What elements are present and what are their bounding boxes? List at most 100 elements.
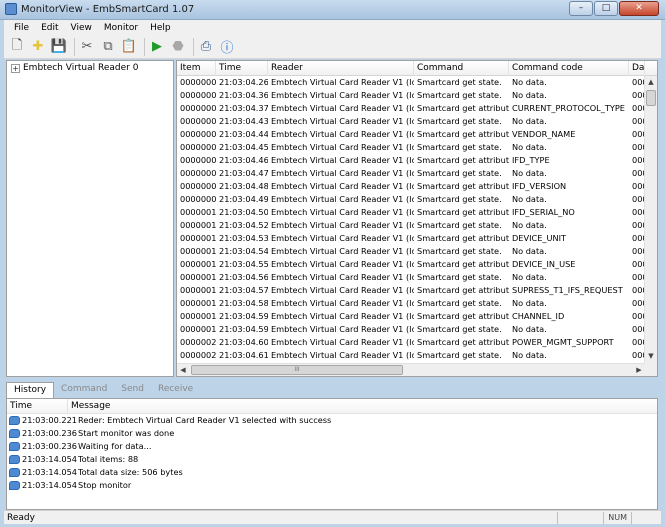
- table-cell: Smartcard get state.: [417, 90, 502, 100]
- table-cell: Embtech Virtual Card Reader V1 (Id:0): [271, 272, 414, 282]
- table-cell: Smartcard get attribute.: [417, 337, 509, 347]
- column-header-command-code[interactable]: Command code: [509, 61, 629, 76]
- scroll-down-icon[interactable]: ▼: [645, 350, 657, 363]
- table-row[interactable]: 0000000021:03:04.266Embtech Virtual Card…: [177, 76, 645, 89]
- table-row[interactable]: 0000000321:03:04.433Embtech Virtual Card…: [177, 115, 645, 128]
- minimize-button[interactable]: –: [569, 1, 593, 16]
- table-cell: Smartcard get state.: [417, 350, 502, 360]
- table-cell: 00000002: [180, 103, 216, 113]
- table-cell: 0000: [632, 155, 645, 165]
- save-icon[interactable]: 💾: [50, 38, 68, 56]
- table-row[interactable]: 0000001121:03:04.521Embtech Virtual Card…: [177, 219, 645, 232]
- table-row[interactable]: 0000002121:03:04.610Embtech Virtual Card…: [177, 349, 645, 362]
- tab-history[interactable]: History: [6, 382, 55, 398]
- menu-view[interactable]: View: [65, 23, 98, 33]
- history-col-message[interactable]: Message: [68, 399, 110, 413]
- table-cell: 21:03:04.576: [219, 285, 268, 295]
- table-row[interactable]: 0000000221:03:04.376Embtech Virtual Card…: [177, 102, 645, 115]
- cut-icon[interactable]: ✂: [78, 38, 96, 56]
- stop-icon[interactable]: ⬣: [169, 38, 187, 56]
- maximize-button[interactable]: □: [594, 1, 618, 16]
- status-pane-scrl: [631, 511, 661, 524]
- column-header-item[interactable]: Item: [177, 61, 216, 76]
- table-cell: Smartcard get state.: [417, 168, 502, 178]
- column-header-data[interactable]: Data: [629, 61, 645, 76]
- table-cell: 00000019: [180, 324, 216, 334]
- table-row[interactable]: 0000001921:03:04.597Embtech Virtual Card…: [177, 323, 645, 336]
- table-row[interactable]: 0000000521:03:04.454Embtech Virtual Card…: [177, 141, 645, 154]
- tab-receive[interactable]: Receive: [151, 382, 200, 398]
- message-icon: [9, 481, 20, 490]
- print-icon[interactable]: ⎙: [197, 38, 215, 56]
- table-row[interactable]: 0000000821:03:04.483Embtech Virtual Card…: [177, 180, 645, 193]
- table-row[interactable]: 0000001321:03:04.545Embtech Virtual Card…: [177, 245, 645, 258]
- table-row[interactable]: 0000000721:03:04.474Embtech Virtual Card…: [177, 167, 645, 180]
- table-cell: Smartcard get state.: [417, 194, 502, 204]
- column-header-command[interactable]: Command: [414, 61, 509, 76]
- vertical-scrollbar[interactable]: ▲ ▼: [644, 76, 657, 363]
- column-header-time[interactable]: Time: [216, 61, 268, 76]
- table-cell: 00000020: [180, 337, 216, 347]
- toolbar-separator: [144, 37, 145, 56]
- scroll-up-icon[interactable]: ▲: [645, 76, 657, 89]
- table-row[interactable]: 0000001421:03:04.557Embtech Virtual Card…: [177, 258, 645, 271]
- history-row: 21:03:00.236 Waiting for data...: [7, 440, 657, 453]
- table-cell: 0000: [632, 129, 645, 139]
- log-list: ItemTimeReaderCommandCommand codeData 00…: [176, 60, 658, 377]
- table-cell: VENDOR_NAME: [512, 129, 576, 139]
- new-icon[interactable]: 🗋: [8, 38, 26, 56]
- copy-icon[interactable]: ⧉: [99, 38, 117, 56]
- table-cell: 21:03:04.568: [219, 272, 268, 282]
- table-cell: Embtech Virtual Card Reader V1 (Id:0): [271, 311, 414, 321]
- table-row[interactable]: 0000000421:03:04.446Embtech Virtual Card…: [177, 128, 645, 141]
- table-cell: Embtech Virtual Card Reader V1 (Id:0): [271, 194, 414, 204]
- horizontal-scroll-thumb[interactable]: III: [191, 365, 403, 375]
- table-cell: 0000: [632, 350, 645, 360]
- table-cell: 0000: [632, 194, 645, 204]
- table-row[interactable]: 0000000621:03:04.468Embtech Virtual Card…: [177, 154, 645, 167]
- history-message: Reder: Embtech Virtual Card Reader V1 se…: [78, 415, 332, 425]
- menu-monitor[interactable]: Monitor: [98, 23, 144, 33]
- table-row[interactable]: 0000001221:03:04.534Embtech Virtual Card…: [177, 232, 645, 245]
- table-row[interactable]: 0000001821:03:04.591Embtech Virtual Card…: [177, 310, 645, 323]
- message-icon: [9, 442, 20, 451]
- table-cell: 00000001: [180, 90, 216, 100]
- history-col-time[interactable]: Time: [7, 399, 68, 413]
- table-cell: 00000008: [180, 181, 216, 191]
- tab-command[interactable]: Command: [54, 382, 114, 398]
- table-row[interactable]: 0000001721:03:04.585Embtech Virtual Card…: [177, 297, 645, 310]
- horizontal-scrollbar[interactable]: ◀ III ▶: [177, 363, 645, 376]
- title-bar: MonitorView - EmbSmartCard 1.07 – □ ✕: [0, 0, 665, 20]
- open-icon[interactable]: ✚: [29, 38, 47, 56]
- tab-send[interactable]: Send: [114, 382, 151, 398]
- history-time: 21:03:14.054: [22, 454, 78, 464]
- menu-help[interactable]: Help: [144, 23, 177, 33]
- history-header: Time Message: [7, 399, 657, 414]
- table-row[interactable]: 0000002021:03:04.602Embtech Virtual Card…: [177, 336, 645, 349]
- menu-edit[interactable]: Edit: [35, 23, 64, 33]
- table-cell: No data.: [512, 272, 547, 282]
- table-row[interactable]: 0000001621:03:04.576Embtech Virtual Card…: [177, 284, 645, 297]
- table-row[interactable]: 0000000121:03:04.364Embtech Virtual Card…: [177, 89, 645, 102]
- table-cell: 0000: [632, 311, 645, 321]
- table-row[interactable]: 0000001021:03:04.504Embtech Virtual Card…: [177, 206, 645, 219]
- column-header-reader[interactable]: Reader: [268, 61, 414, 76]
- table-cell: 0000: [632, 181, 645, 191]
- scroll-left-icon[interactable]: ◀: [177, 364, 189, 376]
- table-cell: 21:03:04.266: [219, 77, 268, 87]
- menu-file[interactable]: File: [8, 23, 35, 33]
- table-cell: 00000013: [180, 246, 216, 256]
- paste-icon[interactable]: 📋: [120, 38, 138, 56]
- table-cell: Embtech Virtual Card Reader V1 (Id:0): [271, 324, 414, 334]
- table-row[interactable]: 0000000921:03:04.493Embtech Virtual Card…: [177, 193, 645, 206]
- close-button[interactable]: ✕: [619, 1, 659, 16]
- expand-icon[interactable]: +: [11, 63, 20, 73]
- vertical-scroll-thumb[interactable]: [646, 90, 656, 106]
- message-icon: [9, 416, 20, 425]
- start-icon[interactable]: ▶: [148, 38, 166, 56]
- table-cell: 00000015: [180, 272, 216, 282]
- info-icon[interactable]: ⓘ: [218, 38, 236, 56]
- table-row[interactable]: 0000001521:03:04.568Embtech Virtual Card…: [177, 271, 645, 284]
- history-rows: 21:03:00.221 Reder: Embtech Virtual Card …: [7, 414, 657, 492]
- tree-node-reader[interactable]: + Embtech Virtual Reader 0: [11, 63, 138, 73]
